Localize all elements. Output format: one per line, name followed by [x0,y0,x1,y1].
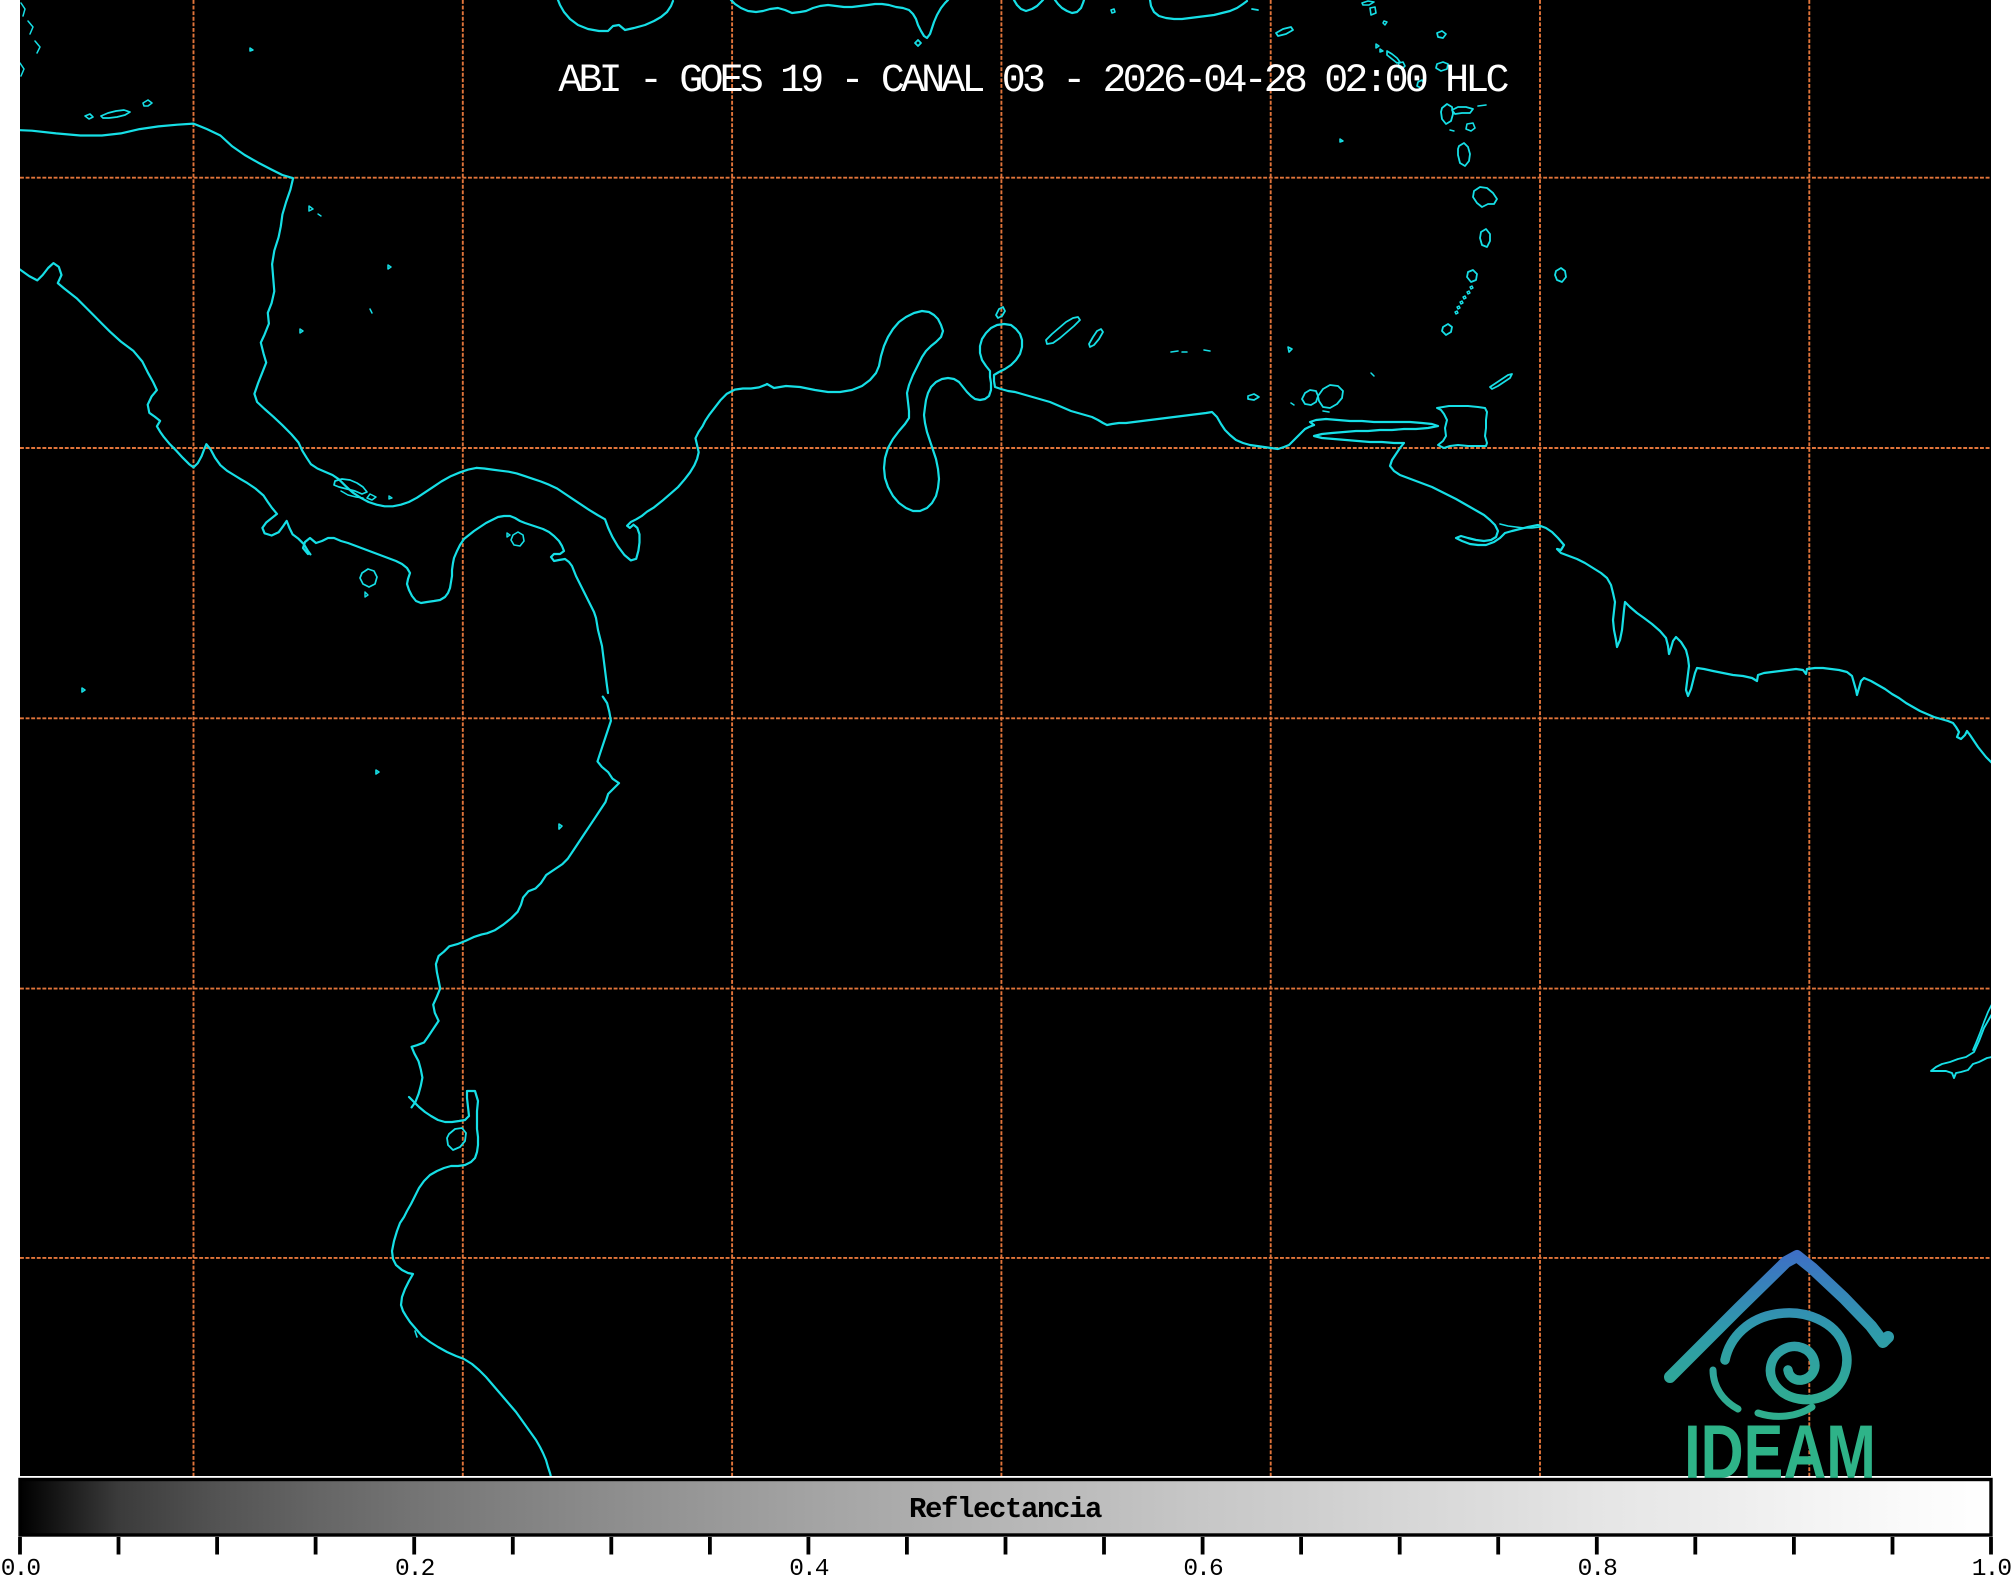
svg-text:Reflectancia: Reflectancia [909,1493,1102,1526]
svg-text:0.6: 0.6 [1183,1556,1223,1577]
svg-text:0.0: 0.0 [1,1556,41,1577]
svg-text:0.4: 0.4 [789,1556,829,1577]
svg-text:0.2: 0.2 [395,1556,434,1577]
svg-text:0.8: 0.8 [1578,1556,1618,1577]
svg-text:ABI - GOES 19 - CANAL 03 - 202: ABI - GOES 19 - CANAL 03 - 2026-04-28 02… [558,59,1508,104]
svg-text:1.0: 1.0 [1972,1556,2011,1577]
